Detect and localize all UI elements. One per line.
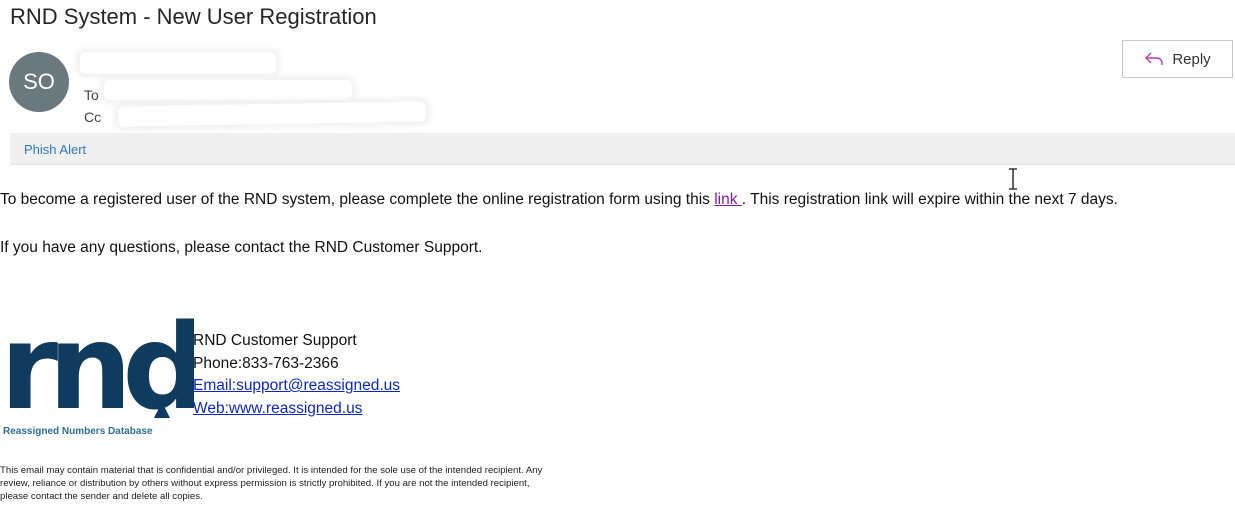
redacted-to-recipients [104, 80, 352, 100]
reply-button[interactable]: Reply [1122, 40, 1233, 78]
body-text-before-link: To become a registered user of the RND s… [0, 191, 715, 208]
registration-link[interactable]: link [714, 191, 742, 208]
reply-label: Reply [1172, 50, 1211, 68]
signature-block: RND Customer Support Phone:833-763-2366 … [193, 330, 400, 420]
cc-label: Cc [84, 109, 102, 125]
phish-alert-link[interactable]: Phish Alert [24, 142, 86, 157]
rnd-logo: rnd Reassigned Numbers Database [0, 298, 207, 443]
body-paragraph-contact: If you have any questions, please contac… [0, 239, 483, 256]
logo-caption: Reassigned Numbers Database [3, 426, 153, 437]
to-label: To [84, 87, 99, 103]
body-paragraph-registration: To become a registered user of the RND s… [0, 191, 1118, 209]
redacted-cc-recipients [117, 101, 427, 127]
confidentiality-disclaimer: This email may contain material that is … [0, 465, 543, 502]
body-text-after-link: . This registration link will expire wit… [741, 191, 1118, 208]
signature-name: RND Customer Support [193, 332, 357, 349]
email-reading-pane: RND System - New User Registration SO To… [0, 0, 1235, 512]
addin-bar: Phish Alert [10, 133, 1235, 165]
sender-initials: SO [23, 69, 55, 94]
sender-avatar[interactable]: SO [9, 52, 69, 112]
email-subject: RND System - New User Registration [10, 4, 377, 29]
reply-arrow-icon [1144, 51, 1164, 67]
redacted-sender [80, 52, 276, 74]
signature-email-link[interactable]: Email:support@reassigned.us [193, 375, 400, 398]
signature-web-link[interactable]: Web:www.reassigned.us [193, 398, 400, 421]
signature-phone: Phone:833-763-2366 [193, 354, 339, 372]
